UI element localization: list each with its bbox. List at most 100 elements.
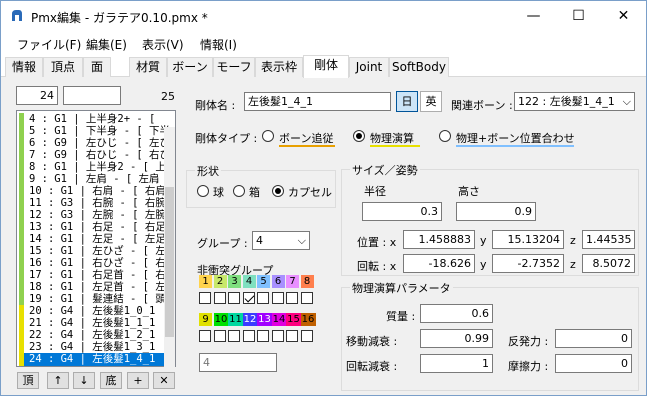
search-input[interactable]: [63, 86, 121, 105]
collision-group-number: 14: [271, 313, 287, 326]
move-down-button[interactable]: ↓: [73, 372, 95, 389]
move-top-button[interactable]: 頂: [17, 372, 39, 389]
type-radio-bone-follow[interactable]: [262, 130, 274, 142]
english-button[interactable]: 英: [420, 91, 442, 112]
index-input[interactable]: 24: [16, 86, 58, 105]
delete-button[interactable]: ✕: [153, 372, 175, 389]
list-item-label: 7 : G9 | 右ひじ - [ 右ひ: [29, 149, 171, 161]
collision-checkbox[interactable]: [228, 330, 240, 342]
collision-checkbox[interactable]: [271, 330, 284, 342]
tab-face[interactable]: 面: [83, 57, 111, 77]
tab-bone[interactable]: ボーン: [167, 57, 213, 77]
rotation-damping-input[interactable]: 1: [420, 354, 493, 373]
collision-checkbox[interactable]: [199, 330, 211, 342]
restitution-input[interactable]: 0: [555, 329, 632, 348]
type-physics-label: 物理演算: [370, 132, 414, 145]
mass-input[interactable]: 0.6: [420, 304, 493, 323]
minimize-button[interactable]: —: [511, 1, 556, 31]
list-item-label: 22 : G4 | 左後髮1_2_1: [29, 329, 156, 341]
tab-morph[interactable]: モーフ: [213, 57, 255, 77]
collision-group-number: 3: [228, 275, 241, 288]
collision-checkbox[interactable]: [199, 292, 211, 304]
collision-checkbox[interactable]: [257, 330, 269, 342]
shape-title: 形状: [195, 163, 221, 179]
rotation-z-label: z: [570, 258, 576, 271]
list-scrollbar[interactable]: [164, 127, 175, 367]
shape-radio-box[interactable]: [233, 185, 245, 197]
tab-rigid-body[interactable]: 剛体: [303, 55, 349, 78]
menu-file[interactable]: ファイル(F): [17, 36, 81, 53]
menu-info[interactable]: 情報(I): [200, 36, 237, 53]
list-item[interactable]: 24 : G4 | 左後髮1_4_1: [19, 353, 171, 366]
shape-radio-capsule[interactable]: [272, 185, 284, 197]
bone-label: 関連ボーン :: [451, 99, 513, 112]
rotation-x-input[interactable]: -18.626: [403, 254, 475, 273]
tab-joint[interactable]: Joint: [349, 57, 389, 77]
position-x-input[interactable]: 1.458883: [403, 230, 475, 249]
shape-radio-sphere[interactable]: [197, 185, 209, 197]
move-up-button[interactable]: ↑: [47, 372, 69, 389]
collision-text-input[interactable]: 4: [199, 353, 277, 372]
collision-checkbox[interactable]: [300, 292, 313, 304]
collision-checkbox[interactable]: [271, 292, 284, 304]
add-button[interactable]: +: [127, 372, 149, 389]
group-select[interactable]: 4 ⌵: [252, 231, 310, 250]
collision-checkbox[interactable]: [213, 292, 226, 304]
radius-input[interactable]: 0.3: [362, 202, 442, 221]
close-button[interactable]: ✕: [601, 1, 646, 31]
japanese-button[interactable]: 日: [396, 91, 418, 112]
maximize-button[interactable]: ☐: [556, 1, 601, 31]
menu-bar: ファイル(F) 編集(E) 表示(V) 情報(I): [1, 33, 646, 53]
name-input[interactable]: 左後髮1_4_1: [244, 92, 391, 111]
shape-capsule-label: カプセル: [288, 186, 332, 199]
collision-checkbox[interactable]: [286, 330, 298, 342]
related-bone-select[interactable]: 122 : 左後髮1_4_1 ⌵: [514, 92, 635, 111]
move-damping-input[interactable]: 0.99: [420, 329, 493, 348]
related-bone-value: 122 : 左後髮1_4_1: [518, 95, 615, 108]
collision-checkbox[interactable]: [242, 292, 255, 304]
tab-info[interactable]: 情報: [5, 57, 43, 77]
window-title: Pmx編集 - ガラテア0.10.pmx *: [31, 11, 208, 25]
collision-group-number: 6: [271, 275, 285, 288]
menu-edit[interactable]: 編集(E): [86, 36, 127, 53]
collision-group-number: 10: [213, 313, 229, 326]
collision-group-number: 2: [213, 275, 227, 288]
tab-material[interactable]: 材質: [129, 57, 167, 77]
rotation-damping-label: 回転減衰 :: [346, 360, 398, 373]
type-radio-physics-bone[interactable]: [439, 130, 451, 142]
tab-softbody[interactable]: SoftBody: [389, 57, 449, 77]
list-item-label: 4 : G1 | 上半身2+ - [: [29, 113, 156, 125]
group-color-swatch: [19, 353, 24, 366]
type-bone-follow-label: ボーン追従: [279, 132, 334, 145]
list-item-label: 6 : G9 | 左ひじ - [ 左ひ: [29, 137, 171, 149]
list-item-label: 11 : G3 | 右腕 - [ 右腕: [29, 197, 166, 209]
scroll-thumb[interactable]: [165, 187, 174, 337]
collision-checkbox[interactable]: [257, 292, 269, 304]
move-bottom-button[interactable]: 底: [100, 372, 122, 389]
collision-checkbox[interactable]: [242, 330, 255, 342]
tab-vertex[interactable]: 頂点: [43, 57, 83, 77]
collision-group-number: 5: [257, 275, 270, 288]
collision-checkbox[interactable]: [286, 292, 298, 304]
collision-group-number: 12: [242, 313, 258, 326]
menu-view[interactable]: 表示(V): [142, 36, 184, 53]
friction-input[interactable]: 0: [555, 354, 632, 373]
position-z-input[interactable]: 1.44535: [582, 230, 635, 249]
move-damping-label: 移動減衰 :: [346, 335, 398, 348]
height-input[interactable]: 0.9: [456, 202, 536, 221]
position-y-input[interactable]: 15.13204: [492, 230, 564, 249]
type-radio-physics[interactable]: [353, 130, 365, 142]
rotation-y-input[interactable]: -2.7352: [492, 254, 564, 273]
list-item-label: 10 : G1 | 右肩 - [ 右肩: [29, 185, 166, 197]
position-z-label: z: [570, 234, 576, 247]
tab-display-frame[interactable]: 表示枠: [255, 57, 303, 77]
rotation-z-input[interactable]: 8.5072: [582, 254, 635, 273]
collision-checkbox[interactable]: [213, 330, 226, 342]
collision-checkbox[interactable]: [228, 292, 240, 304]
collision-checkbox[interactable]: [300, 330, 313, 342]
name-label: 剛体名 :: [195, 99, 236, 112]
list-item-label: 5 : G1 | 下半身 - [ 下半: [29, 125, 171, 137]
rotation-label: 回転 : x: [357, 260, 397, 273]
list-item-label: 15 : G1 | 左ひざ - [ 左ひ: [29, 245, 171, 257]
rigid-body-list[interactable]: 4 : G1 | 上半身2+ - [ 5 : G1 | 下半身 - [ 下半 6 …: [16, 110, 176, 367]
